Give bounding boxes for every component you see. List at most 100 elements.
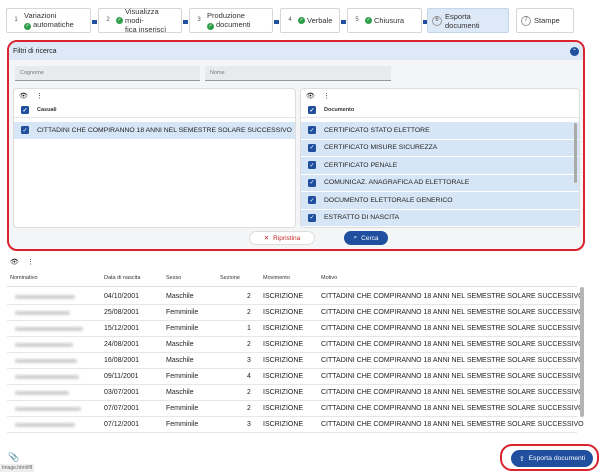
step-label: Esporta documenti	[445, 11, 480, 30]
paperclip-icon[interactable]: 📎	[8, 452, 19, 463]
cell-motivo: CITTADINI CHE COMPIRANNO 18 ANNI NEL SEM…	[321, 325, 584, 332]
cell-motivo: CITTADINI CHE COMPIRANNO 18 ANNI NEL SEM…	[321, 293, 584, 300]
cell-sesso: Femminile	[166, 405, 199, 412]
redacted-name	[15, 295, 75, 299]
column-header-data-nascita[interactable]: Data di nascita	[104, 270, 140, 286]
item-checkbox[interactable]: ✓	[308, 178, 316, 187]
step-label: Chiusura	[374, 16, 405, 25]
stepper: 1 Variazioni ✓ automatiche 2 ✓ Visualizza …	[6, 6, 596, 36]
filter-title: Filtri di ricerca	[13, 47, 57, 55]
cell-sesso: Femminile	[166, 421, 199, 428]
item-checkbox[interactable]: ✓	[308, 161, 316, 170]
nome-input[interactable]: Nome	[205, 66, 391, 81]
step-variazioni[interactable]: 1 Variazioni ✓ automatiche	[6, 8, 91, 33]
step-visualizza[interactable]: 2 ✓ Visualizza modi-fica inseriscì	[98, 7, 182, 34]
step-number: 2	[106, 17, 110, 23]
results-table: Nominativo Data di nascita Sesso Sezione…	[7, 270, 592, 438]
column-header: Casuali	[37, 107, 57, 113]
select-all-checkbox[interactable]: ✓	[308, 106, 316, 114]
list-header: ✓ Documento	[301, 103, 579, 118]
column-header-nominativo[interactable]: Nominativo	[10, 270, 38, 286]
cognome-input[interactable]: Cognome	[15, 66, 200, 81]
list-item-label: ESTRATTO DI NASCITA	[324, 214, 400, 222]
cell-sezione: 3	[247, 421, 251, 428]
cell-sezione: 4	[247, 373, 251, 380]
redacted-name	[15, 391, 69, 395]
search-icon: ⌕	[353, 234, 358, 241]
table-row[interactable]: 03/07/2001 Maschile 2 ISCRIZIONE CITTADI…	[7, 385, 584, 401]
step-produzione[interactable]: 3 Produzione ✓ documenti	[189, 8, 273, 33]
cell-sesso: Femminile	[166, 309, 199, 316]
step-label: Stampe	[534, 16, 560, 25]
more-vertical-icon[interactable]: ⋮	[323, 92, 330, 100]
cell-movimento: ISCRIZIONE	[263, 405, 304, 412]
cell-data-nascita: 24/08/2001	[104, 341, 140, 348]
step-esporta-documenti[interactable]: 6 Esporta documenti	[427, 8, 509, 33]
select-all-checkbox[interactable]: ✓	[21, 106, 29, 114]
results-toolbar: 👁 ⋮	[10, 256, 34, 268]
list-item[interactable]: ✓ DOCUMENTO ELETTORALE GENERICO	[301, 192, 579, 210]
table-row[interactable]: 16/08/2001 Maschile 3 ISCRIZIONE CITTADI…	[7, 353, 584, 369]
table-row[interactable]: 25/08/2001 Femminile 2 ISCRIZIONE CITTAD…	[7, 305, 584, 321]
column-header-sesso[interactable]: Sesso	[166, 270, 181, 286]
eye-icon[interactable]: 👁	[19, 92, 28, 100]
step-label: Produzione	[207, 11, 245, 20]
item-checkbox[interactable]: ✓	[308, 196, 316, 205]
cell-motivo: CITTADINI CHE COMPIRANNO 18 ANNI NEL SEM…	[321, 357, 584, 364]
export-documents-button[interactable]: ⇪ Esporta documenti	[511, 450, 593, 467]
eye-icon[interactable]: 👁	[10, 258, 19, 266]
list-item[interactable]: ✓ CERTIFICATO MISURE SICUREZZA	[301, 139, 579, 157]
table-row[interactable]: 09/11/2001 Femminile 4 ISCRIZIONE CITTAD…	[7, 369, 584, 385]
redacted-name	[15, 343, 73, 347]
item-checkbox[interactable]: ✓	[21, 126, 29, 135]
cell-sezione: 3	[247, 357, 251, 364]
table-row[interactable]: 04/10/2001 Maschile 2 ISCRIZIONE CITTADI…	[7, 289, 584, 305]
step-verbale[interactable]: 4 ✓ Verbale	[280, 8, 340, 33]
item-checkbox[interactable]: ✓	[308, 213, 316, 222]
list-item[interactable]: ✓ CERTIFICATO PENALE	[301, 157, 579, 175]
more-vertical-icon[interactable]: ⋮	[27, 258, 34, 266]
item-checkbox[interactable]: ✓	[308, 126, 316, 135]
filter-header[interactable]: Filtri di ricerca ⌃	[9, 42, 583, 60]
cell-motivo: CITTADINI CHE COMPIRANNO 18 ANNI NEL SEM…	[321, 309, 584, 316]
check-icon: ✓	[116, 17, 123, 24]
reset-button[interactable]: ✕ Ripristina	[249, 231, 315, 245]
cell-movimento: ISCRIZIONE	[263, 389, 304, 396]
column-header-movimento[interactable]: Movimento	[263, 270, 290, 286]
cell-data-nascita: 15/12/2001	[104, 325, 140, 332]
cell-sesso: Maschile	[166, 389, 194, 396]
list-item[interactable]: ✓ CERTIFICATO STATO ELETTORE	[301, 122, 579, 140]
column-header-sezione[interactable]: Sezione	[220, 270, 240, 286]
cell-data-nascita: 16/08/2001	[104, 357, 140, 364]
results-scrollbar[interactable]	[580, 287, 584, 417]
list-item[interactable]: ✓ CITTADINI CHE COMPIRANNO 18 ANNI NEL S…	[14, 122, 295, 140]
table-row[interactable]: 15/12/2001 Femminile 1 ISCRIZIONE CITTAD…	[7, 321, 584, 337]
list-item[interactable]: ✓ COMUNICAZ. ANAGRAFICA AD ELETTORALE	[301, 174, 579, 192]
list-item-label: CERTIFICATO STATO ELETTORE	[324, 126, 430, 134]
scrollbar[interactable]	[574, 123, 577, 183]
export-icon: ⇪	[518, 455, 525, 463]
redacted-name	[15, 327, 83, 331]
column-header-motivo[interactable]: Motivo	[321, 270, 337, 286]
step-chiusura[interactable]: 5 ✓ Chiusura	[347, 8, 422, 33]
cell-sesso: Femminile	[166, 373, 199, 380]
redacted-name	[15, 423, 75, 427]
list-item[interactable]: ✓ ESTRATTO DI NASCITA	[301, 209, 579, 227]
chevron-up-icon[interactable]: ⌃	[570, 46, 579, 56]
table-row[interactable]: 24/08/2001 Maschile 2 ISCRIZIONE CITTADI…	[7, 337, 584, 353]
table-row[interactable]: 07/07/2001 Femminile 2 ISCRIZIONE CITTAD…	[7, 401, 584, 417]
eye-icon[interactable]: 👁	[306, 92, 315, 100]
cell-sezione: 2	[247, 341, 251, 348]
search-button[interactable]: ⌕ Cerca	[344, 231, 388, 245]
table-row[interactable]: 07/12/2001 Femminile 3 ISCRIZIONE CITTAD…	[7, 417, 584, 433]
casuali-list: 👁 ⋮ ✓ Casuali ✓ CITTADINI CHE COMPIRANNO…	[13, 88, 296, 228]
cell-movimento: ISCRIZIONE	[263, 357, 304, 364]
check-icon: ✓	[207, 23, 214, 30]
image-label: Image.html#8	[0, 464, 35, 472]
item-checkbox[interactable]: ✓	[308, 143, 316, 152]
list-header: ✓ Casuali	[14, 103, 295, 118]
cell-sesso: Maschile	[166, 293, 194, 300]
more-vertical-icon[interactable]: ⋮	[36, 92, 43, 100]
cell-sesso: Femminile	[166, 325, 199, 332]
step-stampe[interactable]: 7 Stampe	[516, 8, 574, 33]
